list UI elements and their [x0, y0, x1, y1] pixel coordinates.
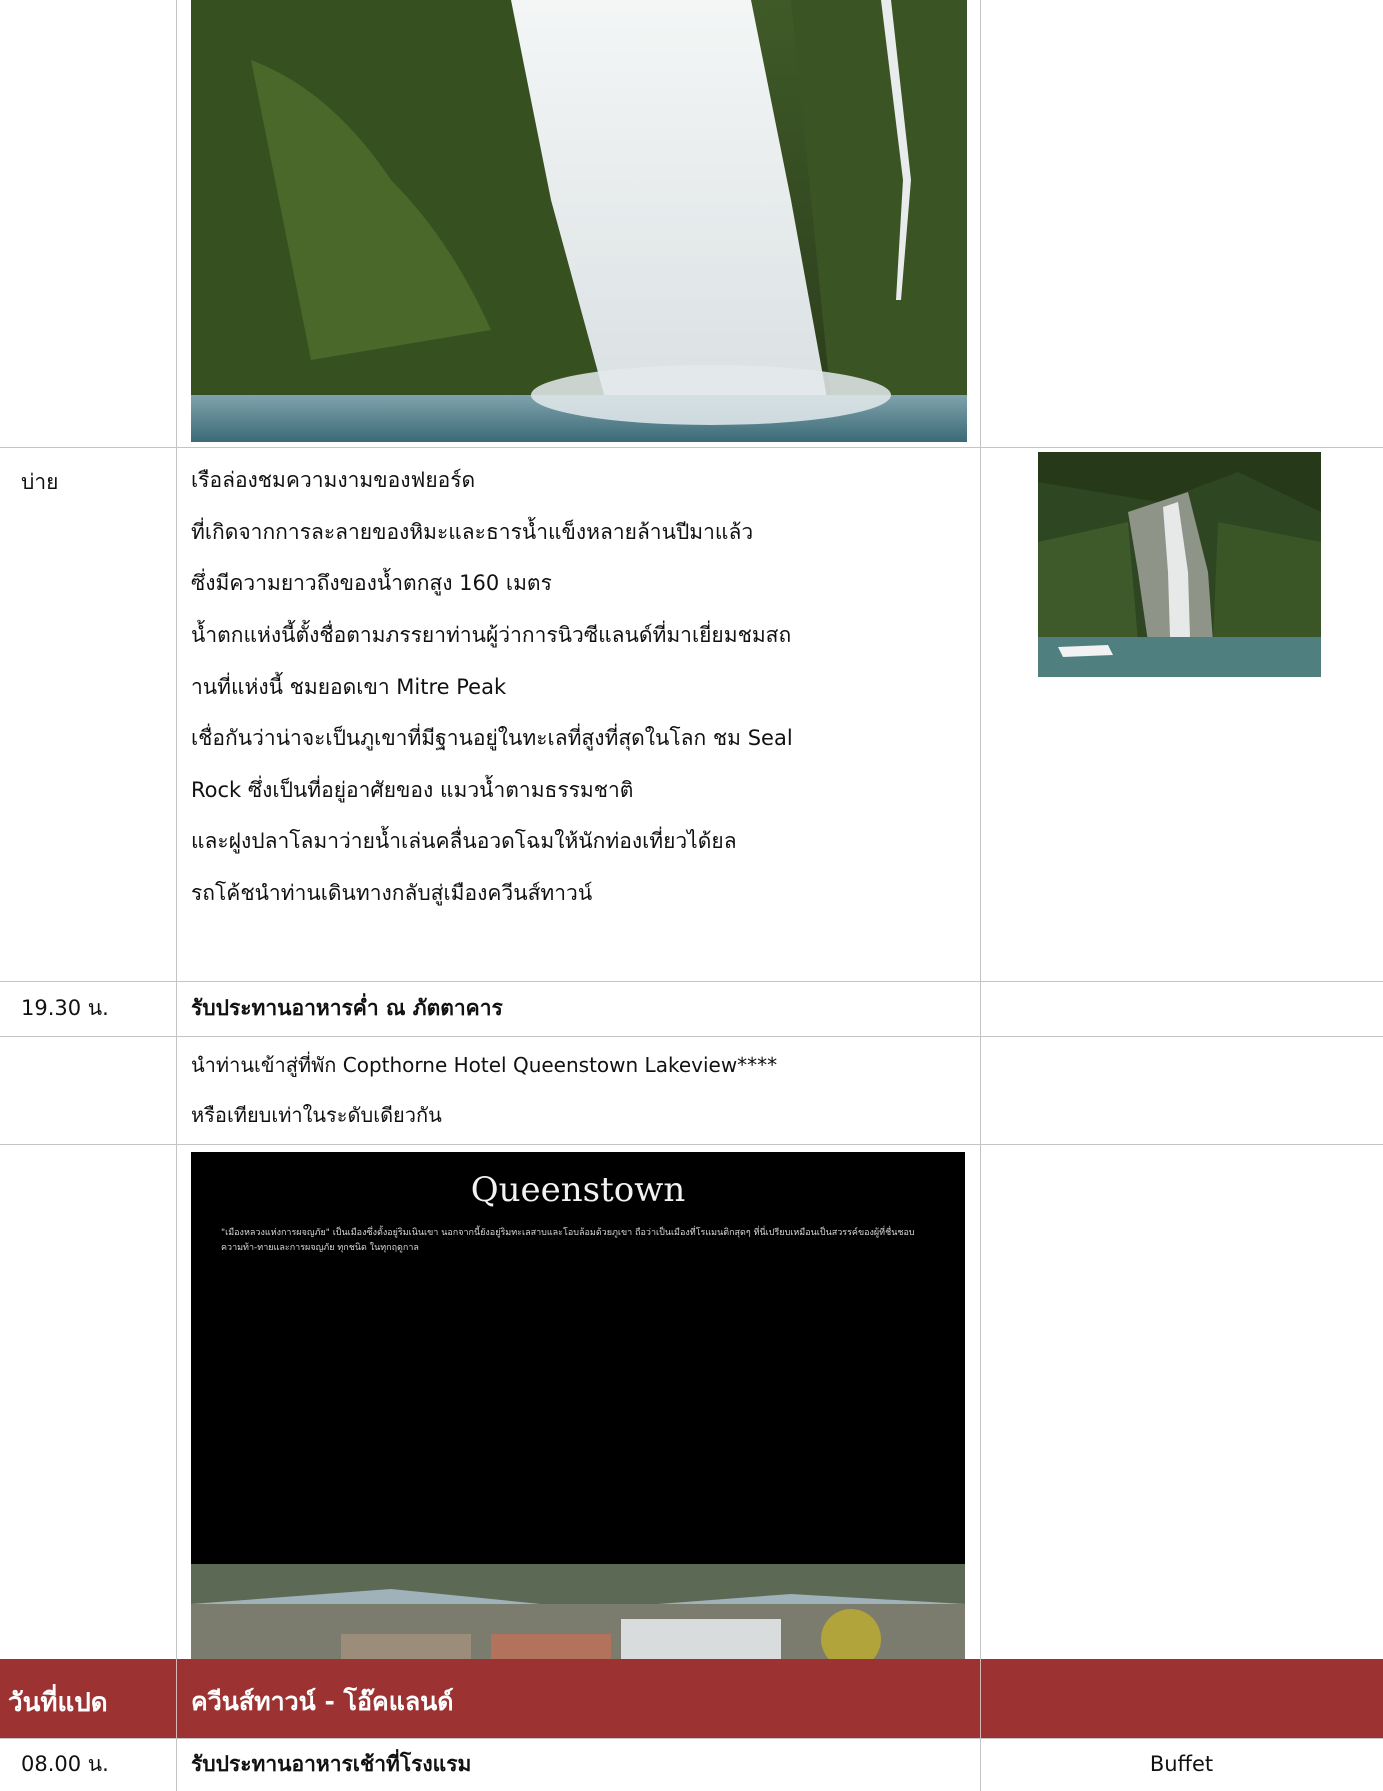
hotel-description: นำท่านเข้าสู่ที่พัก Copthorne Hotel Quee…: [191, 1040, 971, 1140]
text-line: เชื่อกันว่าน่าจะเป็นภูเขาที่มีฐานอยู่ในท…: [191, 726, 793, 751]
banner-title: Queenstown: [470, 1170, 686, 1210]
day-label: วันที่แปด: [8, 1688, 108, 1718]
time-breakfast: 08.00 น.: [21, 1752, 109, 1776]
waterfall-photo: [191, 0, 967, 442]
text-line: ซึ่งมีความยาวถึงของน้ำตกสูง 160 เมตร: [191, 571, 552, 596]
time-afternoon: บ่าย: [21, 470, 59, 494]
day-header: วันที่แปด ควีนส์ทาวน์ - โอ๊คแลนด์: [0, 1659, 1383, 1738]
meal-type: Buffet: [1149, 1752, 1214, 1776]
day-title: ควีนส์ทาวน์ - โอ๊คแลนด์: [191, 1687, 454, 1716]
fjord-cruise-photo: [1038, 452, 1321, 677]
text-line: านที่แห่งนี้ ชมยอดเขา Mitre Peak: [191, 674, 507, 699]
queenstown-banner: Queenstown "เมืองหลวงแห่งการผจญภัย" เป็น…: [191, 1152, 965, 1734]
text-line: Rock ซึ่งเป็นที่อยู่อาศัยของ แมวน้ำตามธร…: [191, 777, 634, 802]
breakfast-text: รับประทานอาหารเช้าที่โรงแรม: [191, 1752, 472, 1776]
dinner-text: รับประทานอาหารค่ำ ณ ภัตตาคาร: [191, 996, 503, 1020]
banner-text: "เมืองหลวงแห่งการผจญภัย" เป็นเมืองซึ่งตั…: [221, 1228, 915, 1253]
text-line: หรือเทียบเท่าในระดับเดียวกัน: [191, 1102, 442, 1127]
text-line: เรือล่องชมความงามของฟยอร์ด: [191, 468, 476, 493]
time-dinner: 19.30 น.: [21, 996, 109, 1020]
afternoon-description: เรือล่องชมความงามของฟยอร์ด ที่เกิดจากการ…: [191, 455, 971, 919]
text-line: รถโค้ชนำท่านเดินทางกลับสู่เมืองควีนส์ทาว…: [191, 881, 593, 906]
text-line: ที่เกิดจากการละลายของหิมะและธารน้ำแข็งหล…: [191, 519, 754, 544]
text-line: นำท่านเข้าสู่ที่พัก Copthorne Hotel Quee…: [191, 1052, 778, 1077]
text-line: น้ำตกแห่งนี้ตั้งชื่อตามภรรยาท่านผู้ว่ากา…: [191, 623, 792, 648]
text-line: และฝูงปลาโลมาว่ายน้ำเล่นคลื่นอวดโฉมให้นั…: [191, 829, 737, 854]
